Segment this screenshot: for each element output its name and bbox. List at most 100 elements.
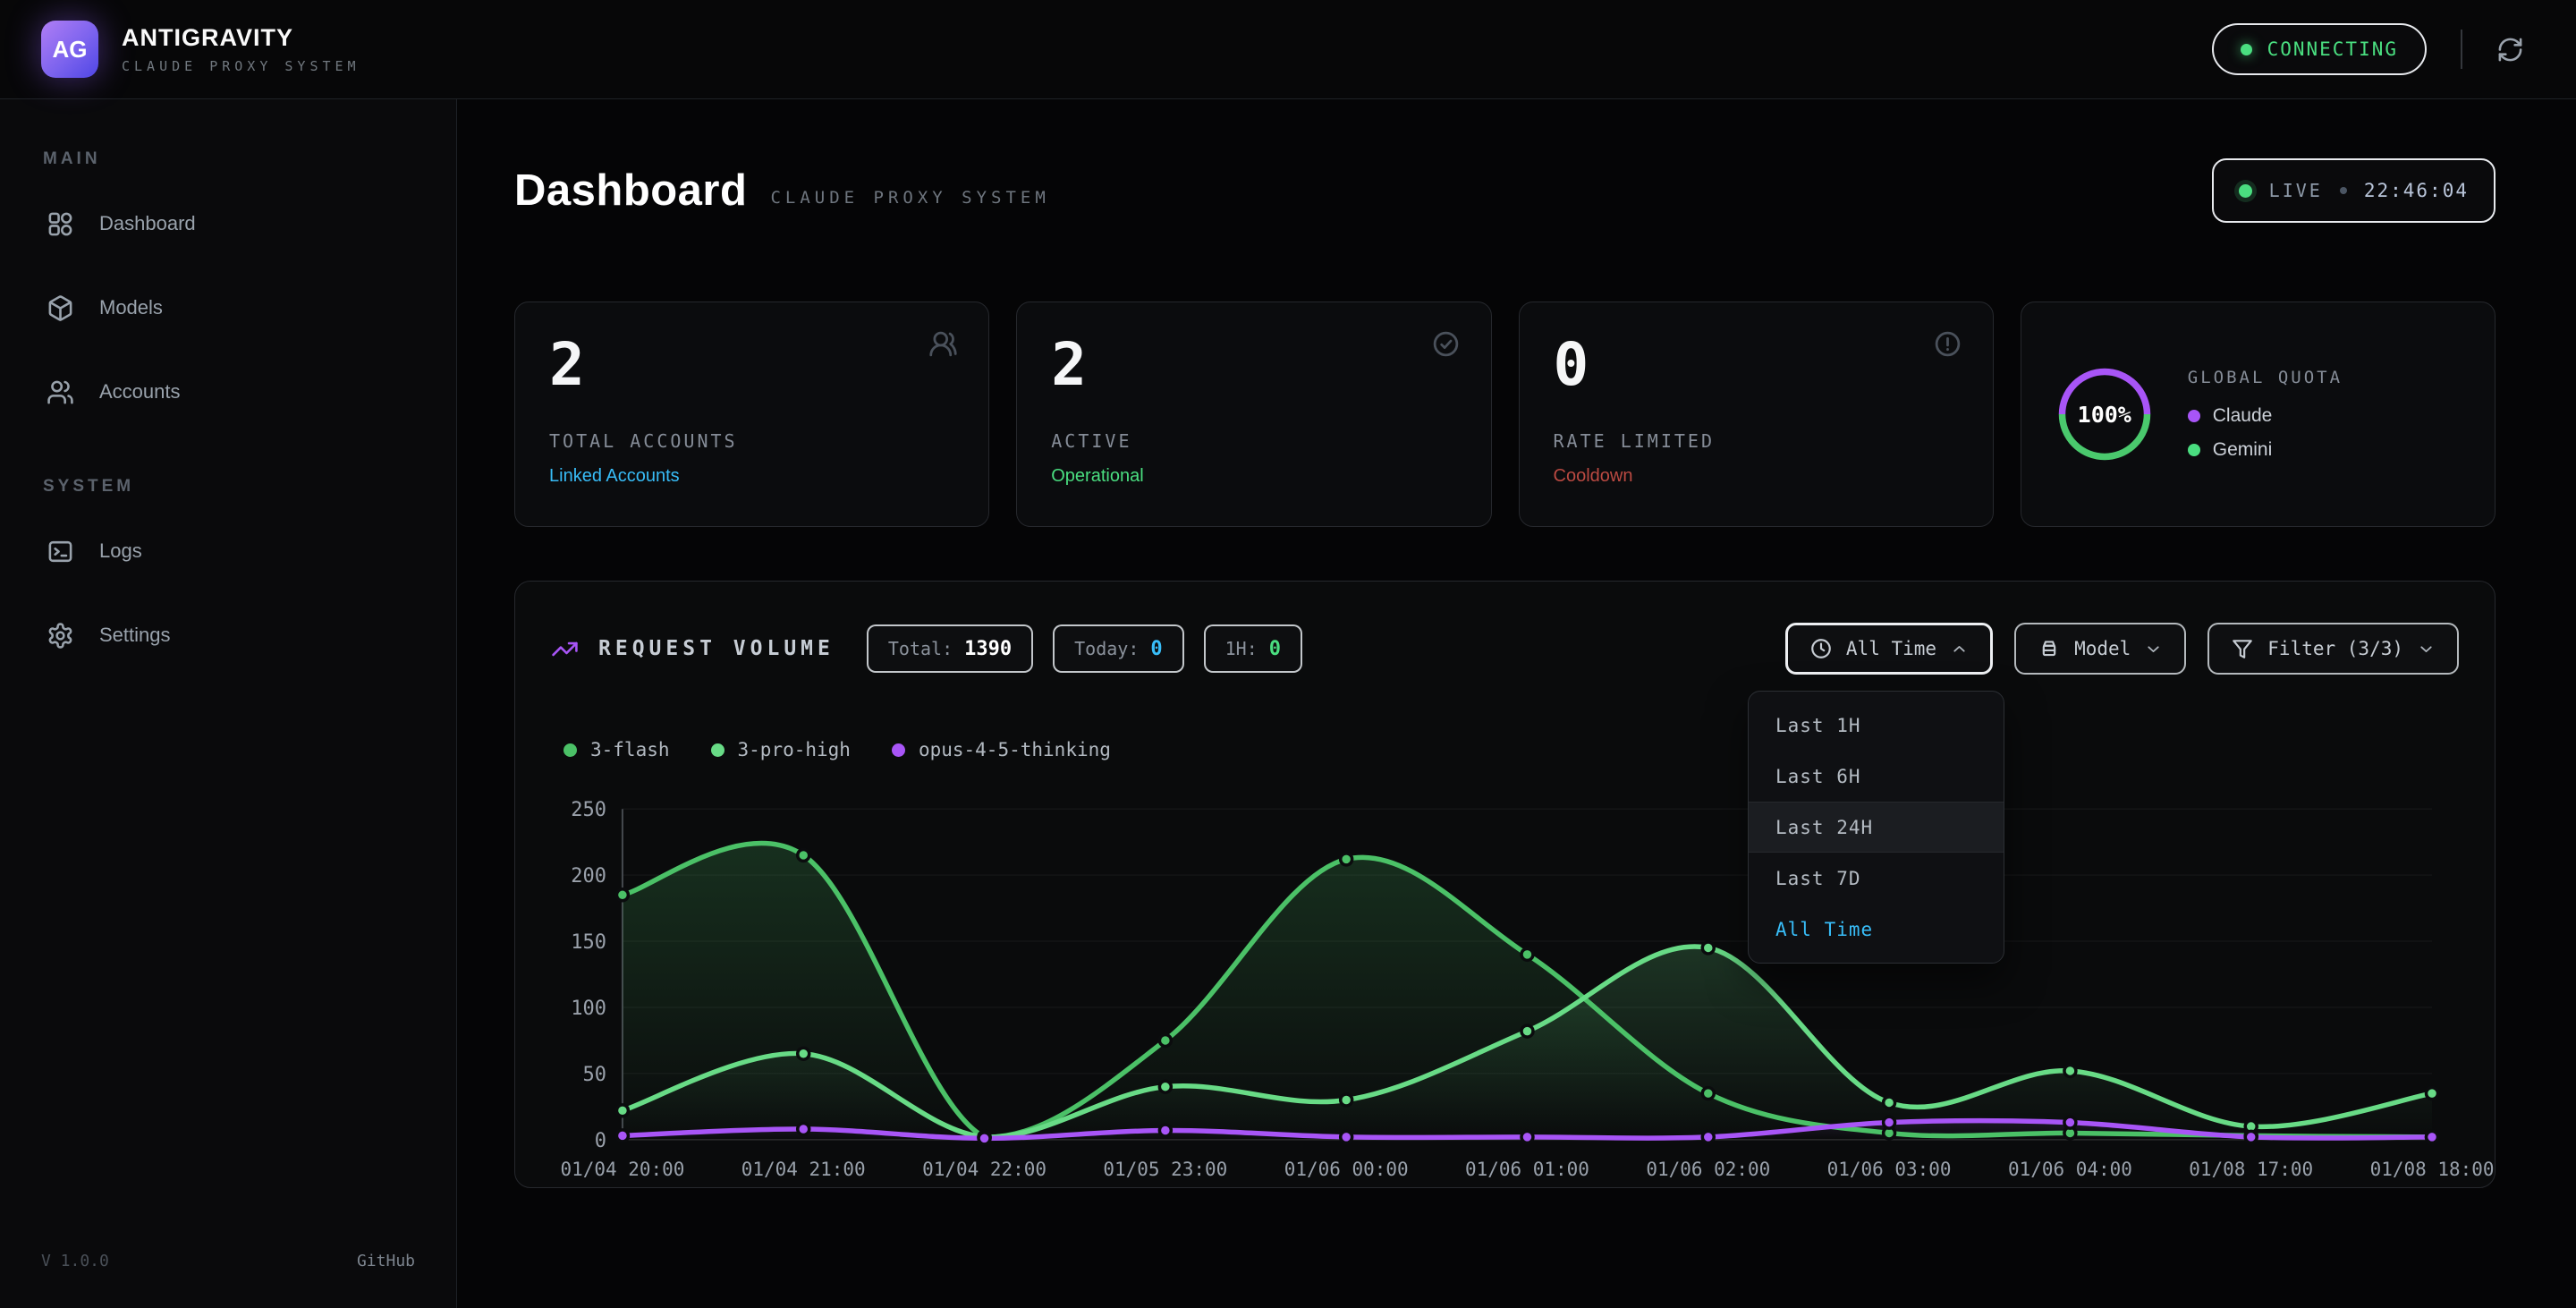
stat-subtext: Cooldown xyxy=(1554,466,1959,487)
claude-dot-icon xyxy=(2188,410,2200,422)
main-content: Dashboard CLAUDE PROXY SYSTEM LIVE 22:46… xyxy=(457,99,2576,1308)
quota-legend-gemini: Gemini xyxy=(2188,439,2343,461)
legend-label: opus-4-5-thinking xyxy=(919,739,1111,760)
svg-text:01/06 00:00: 01/06 00:00 xyxy=(1284,1159,1409,1180)
dropdown-item-all-time[interactable]: All Time xyxy=(1749,904,2004,955)
dropdown-item-last-1h[interactable]: Last 1H xyxy=(1749,700,2004,751)
stat-value: 2 xyxy=(549,333,954,398)
series-dot-icon xyxy=(892,743,905,757)
chevron-up-icon xyxy=(1950,640,1969,658)
stat-label: TOTAL ACCOUNTS xyxy=(549,430,954,452)
logo-text: AG xyxy=(53,36,88,64)
svg-text:01/06 02:00: 01/06 02:00 xyxy=(1646,1159,1770,1180)
brand-subtitle: CLAUDE PROXY SYSTEM xyxy=(122,58,360,74)
terminal-icon xyxy=(47,538,74,565)
app-header: AG ANTIGRAVITY CLAUDE PROXY SYSTEM CONNE… xyxy=(0,0,2576,99)
gear-icon xyxy=(47,622,74,650)
live-status-badge: LIVE 22:46:04 xyxy=(2212,158,2496,223)
brand-block: AG ANTIGRAVITY CLAUDE PROXY SYSTEM xyxy=(41,21,360,78)
separator-dot-icon xyxy=(2340,187,2347,194)
stat-value: 0 xyxy=(1554,333,1959,398)
svg-text:250: 250 xyxy=(571,799,606,821)
dropdown-item-last-6h[interactable]: Last 6H xyxy=(1749,751,2004,802)
svg-text:01/04 20:00: 01/04 20:00 xyxy=(560,1159,684,1180)
sidebar-item-models[interactable]: Models xyxy=(0,266,456,350)
dropdown-item-last-24h[interactable]: Last 24H xyxy=(1749,802,2004,853)
sidebar-item-logs[interactable]: Logs xyxy=(0,509,456,593)
sidebar-item-label: Dashboard xyxy=(99,212,196,235)
github-link[interactable]: GitHub xyxy=(357,1252,415,1270)
live-dot-icon xyxy=(2239,184,2252,198)
users-icon xyxy=(47,378,74,406)
series-dot-icon xyxy=(711,743,724,757)
stat-subtext: Linked Accounts xyxy=(549,466,954,487)
series-dot-icon xyxy=(564,743,577,757)
hour-requests-chip: 1H: 0 xyxy=(1204,624,1302,673)
sidebar-item-accounts[interactable]: Accounts xyxy=(0,350,456,434)
svg-text:0: 0 xyxy=(595,1130,606,1152)
request-volume-card: REQUEST VOLUME Total: 1390 Today: 0 1H: … xyxy=(514,581,2496,1188)
brand-title: ANTIGRAVITY xyxy=(122,24,360,52)
model-filter-label: Model xyxy=(2074,638,2131,659)
svg-text:200: 200 xyxy=(571,865,606,888)
refresh-button[interactable] xyxy=(2496,36,2524,64)
svg-text:150: 150 xyxy=(571,931,606,954)
app-version: V 1.0.0 xyxy=(41,1252,109,1270)
chart-title: REQUEST VOLUME xyxy=(598,637,835,660)
chip-label: Today: xyxy=(1074,638,1139,659)
funnel-icon xyxy=(2231,637,2254,660)
sidebar-section-main: MAIN xyxy=(43,149,456,169)
stat-card-rate-limited: 0 RATE LIMITED Cooldown xyxy=(1519,302,1994,527)
filter-button[interactable]: Filter (3/3) xyxy=(2207,623,2459,675)
stat-card-active: 2 ACTIVE Operational xyxy=(1016,302,1491,527)
header-divider xyxy=(2461,30,2462,69)
chip-value: 0 xyxy=(1269,638,1281,660)
today-requests-chip: Today: 0 xyxy=(1053,624,1184,673)
quota-donut-chart: 100% xyxy=(2052,361,2157,467)
legend-label: 3-pro-high xyxy=(738,739,851,760)
sidebar-item-settings[interactable]: Settings xyxy=(0,593,456,677)
svg-text:50: 50 xyxy=(582,1064,606,1086)
stats-row: 2 TOTAL ACCOUNTS Linked Accounts 2 ACTIV… xyxy=(514,302,2496,527)
clock-icon xyxy=(1809,637,1833,660)
quota-legend-label: Claude xyxy=(2213,405,2273,427)
filter-label: Filter (3/3) xyxy=(2267,638,2403,659)
request-volume-line-chart: 05010015020025001/04 20:0001/04 21:0001/… xyxy=(551,794,2459,1186)
live-label: LIVE xyxy=(2269,180,2323,201)
total-requests-chip: Total: 1390 xyxy=(867,624,1033,673)
chart-legend: 3-flash 3-pro-high opus-4-5-thinking xyxy=(564,739,2459,760)
time-range-button[interactable]: All Time xyxy=(1785,623,1993,675)
stat-label: ACTIVE xyxy=(1051,430,1456,452)
sidebar-item-label: Logs xyxy=(99,539,142,563)
refresh-icon xyxy=(2496,36,2524,64)
connection-status-label: CONNECTING xyxy=(2267,38,2398,60)
stat-label: RATE LIMITED xyxy=(1554,430,1959,452)
sidebar-item-label: Accounts xyxy=(99,380,181,403)
svg-text:100: 100 xyxy=(571,998,606,1020)
dropdown-item-last-7d[interactable]: Last 7D xyxy=(1749,853,2004,904)
legend-item-opus: opus-4-5-thinking xyxy=(892,739,1111,760)
legend-item-3-pro-high: 3-pro-high xyxy=(711,739,851,760)
legend-item-3-flash: 3-flash xyxy=(564,739,670,760)
stat-card-total-accounts: 2 TOTAL ACCOUNTS Linked Accounts xyxy=(514,302,989,527)
quota-legend-label: Gemini xyxy=(2213,439,2273,461)
model-filter-button[interactable]: Model xyxy=(2014,623,2186,675)
sidebar-item-dashboard[interactable]: Dashboard xyxy=(0,182,456,266)
stat-subtext: Operational xyxy=(1051,466,1456,487)
time-range-dropdown: Last 1H Last 6H Last 24H Last 7D All Tim… xyxy=(1748,691,2004,964)
svg-text:01/06 01:00: 01/06 01:00 xyxy=(1465,1159,1589,1180)
grid-icon xyxy=(47,210,74,238)
page-title: Dashboard xyxy=(514,166,747,216)
quota-percent: 100% xyxy=(2052,361,2157,467)
svg-text:01/05 23:00: 01/05 23:00 xyxy=(1103,1159,1227,1180)
check-circle-icon xyxy=(1431,329,1461,363)
chip-label: 1H: xyxy=(1225,638,1258,659)
trending-up-icon xyxy=(551,635,579,663)
svg-text:01/04 22:00: 01/04 22:00 xyxy=(922,1159,1046,1180)
archive-box-icon xyxy=(2038,637,2061,660)
live-clock: 22:46:04 xyxy=(2364,180,2469,201)
sidebar-item-label: Models xyxy=(99,296,163,319)
stat-card-global-quota: 100% GLOBAL QUOTA Claude Gemini xyxy=(2021,302,2496,527)
sidebar-item-label: Settings xyxy=(99,624,171,647)
svg-text:01/06 04:00: 01/06 04:00 xyxy=(2008,1159,2132,1180)
